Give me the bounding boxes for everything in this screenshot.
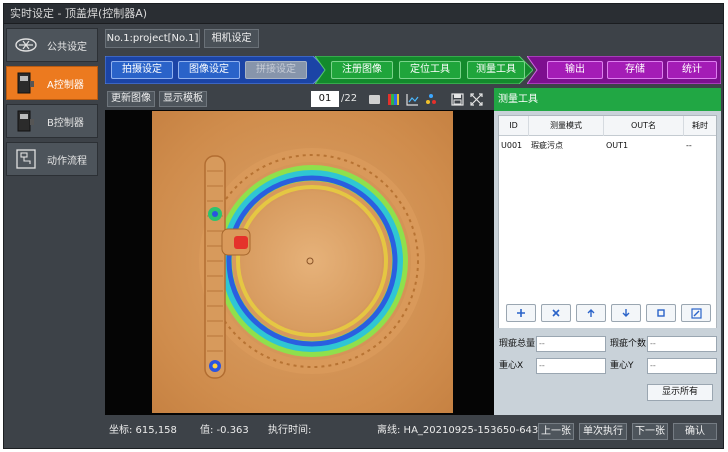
profile-chart-icon[interactable] — [405, 92, 419, 106]
defect-count-field: -- — [647, 336, 717, 352]
color-palette-icon[interactable] — [386, 92, 400, 106]
fit-screen-icon[interactable] — [469, 92, 483, 106]
image-viewer[interactable] — [105, 110, 494, 415]
sidebar-item-label: B控制器 — [47, 117, 84, 129]
total-defect-label: 瑕疵总量 — [499, 339, 536, 349]
centroid-x-field: -- — [536, 358, 606, 374]
step-capture-button[interactable]: 拍摄设定 — [111, 61, 173, 79]
show-all-button[interactable]: 显示所有 — [647, 384, 713, 401]
centroid-y-field: -- — [647, 358, 717, 374]
step-group-acquire: 拍摄设定 图像设定 拼接设定 — [105, 56, 327, 84]
controller-icon — [11, 69, 41, 97]
flowchart-icon — [11, 145, 41, 173]
offline-file-readout: 离线: HA_20210925-153650-643.ti — [377, 425, 549, 436]
next-image-button[interactable]: 下一张 — [632, 423, 668, 440]
column-header[interactable]: 测量模式 — [529, 116, 604, 136]
step-register-button[interactable]: 注册图像 — [331, 61, 393, 79]
cell-id: U001 — [501, 141, 523, 150]
refresh-image-button[interactable]: 更新图像 — [107, 91, 155, 107]
single-exec-button[interactable]: 单次执行 — [579, 423, 627, 440]
column-header[interactable]: 耗时 — [684, 116, 716, 136]
show-template-button[interactable]: 显示模板 — [159, 91, 207, 107]
confirm-button[interactable]: 确认 — [673, 423, 717, 440]
save-icon[interactable] — [450, 92, 464, 106]
step-group-inspect: 注册图像 定位工具 测量工具 — [315, 56, 533, 84]
page-number-input[interactable]: 01 — [311, 91, 339, 107]
step-image-button[interactable]: 图像设定 — [178, 61, 240, 79]
total-defect-field: -- — [536, 336, 606, 352]
edit-icon[interactable] — [681, 304, 711, 322]
sidebar-item-controller-b[interactable]: B控制器 — [6, 104, 98, 138]
cell-time: -- — [686, 141, 692, 150]
measure-tools-panel: 测量工具 ID 测量模式 OUT名 耗时 U001 瑕疵污点 OUT1 -- 瑕… — [494, 88, 721, 415]
panel-title: 测量工具 — [494, 88, 721, 111]
window-title: 实时设定 - 顶盖焊(控制器A) — [4, 4, 723, 24]
value-readout: 值: -0.363 — [200, 425, 249, 436]
status-bar: 坐标: 615,158 值: -0.363 执行时间: 离线: HA_20210… — [105, 421, 721, 441]
network-icon — [11, 31, 41, 59]
page-total: /22 — [341, 93, 358, 104]
stats-box: 瑕疵总量 -- 瑕疵个数 -- 重心X -- 重心Y -- 显示所有 — [498, 328, 717, 412]
move-up-icon[interactable] — [576, 304, 606, 322]
sidebar-item-controller-a[interactable]: A控制器 — [6, 66, 98, 100]
sidebar-item-flow[interactable]: 动作流程 — [6, 142, 98, 176]
sidebar-item-label: 公共设定 — [47, 41, 87, 53]
step-store-button[interactable]: 存储 — [607, 61, 663, 79]
inspection-image — [152, 111, 453, 413]
coord-readout: 坐标: 615,158 — [109, 425, 177, 436]
table-header: ID 测量模式 OUT名 耗时 — [499, 116, 716, 136]
column-header[interactable]: OUT名 — [604, 116, 684, 136]
move-down-icon[interactable] — [611, 304, 641, 322]
defect-count-label: 瑕疵个数 — [610, 339, 647, 349]
add-icon[interactable] — [506, 304, 536, 322]
step-group-output: 输出 存储 统计 — [527, 56, 721, 84]
sidebar-item-label: 动作流程 — [47, 155, 87, 167]
sidebar-item-common[interactable]: 公共设定 — [6, 28, 98, 62]
gray-image-icon[interactable] — [367, 92, 381, 106]
camera-settings-button[interactable]: 相机设定 — [204, 29, 259, 48]
step-output-button[interactable]: 输出 — [547, 61, 603, 79]
centroid-x-label: 重心X — [499, 361, 524, 371]
cell-mode: 瑕疵污点 — [531, 141, 563, 150]
color-sample-icon[interactable] — [424, 92, 438, 106]
project-selector[interactable]: No.1:project[No.1] — [105, 29, 200, 48]
step-locate-button[interactable]: 定位工具 — [399, 61, 461, 79]
tool-actions — [498, 304, 717, 324]
viewer-toolbar: 更新图像 显示模板 01 /22 — [105, 88, 494, 110]
cell-out: OUT1 — [606, 141, 629, 150]
copy-icon[interactable] — [646, 304, 676, 322]
exec-time-readout: 执行时间: — [268, 425, 312, 436]
controller-icon — [11, 107, 41, 135]
sidebar-item-label: A控制器 — [47, 79, 84, 91]
table-row[interactable]: U001 瑕疵污点 OUT1 -- — [499, 136, 716, 156]
delete-icon[interactable] — [541, 304, 571, 322]
prev-image-button[interactable]: 上一张 — [538, 423, 574, 440]
sidebar: 公共设定 A控制器 B控制器 动作流程 — [6, 28, 98, 176]
step-stats-button[interactable]: 统计 — [667, 61, 717, 79]
column-header[interactable]: ID — [499, 116, 529, 136]
step-stitch-button[interactable]: 拼接设定 — [245, 61, 307, 79]
centroid-y-label: 重心Y — [610, 361, 634, 371]
step-measure-button[interactable]: 测量工具 — [467, 61, 525, 79]
